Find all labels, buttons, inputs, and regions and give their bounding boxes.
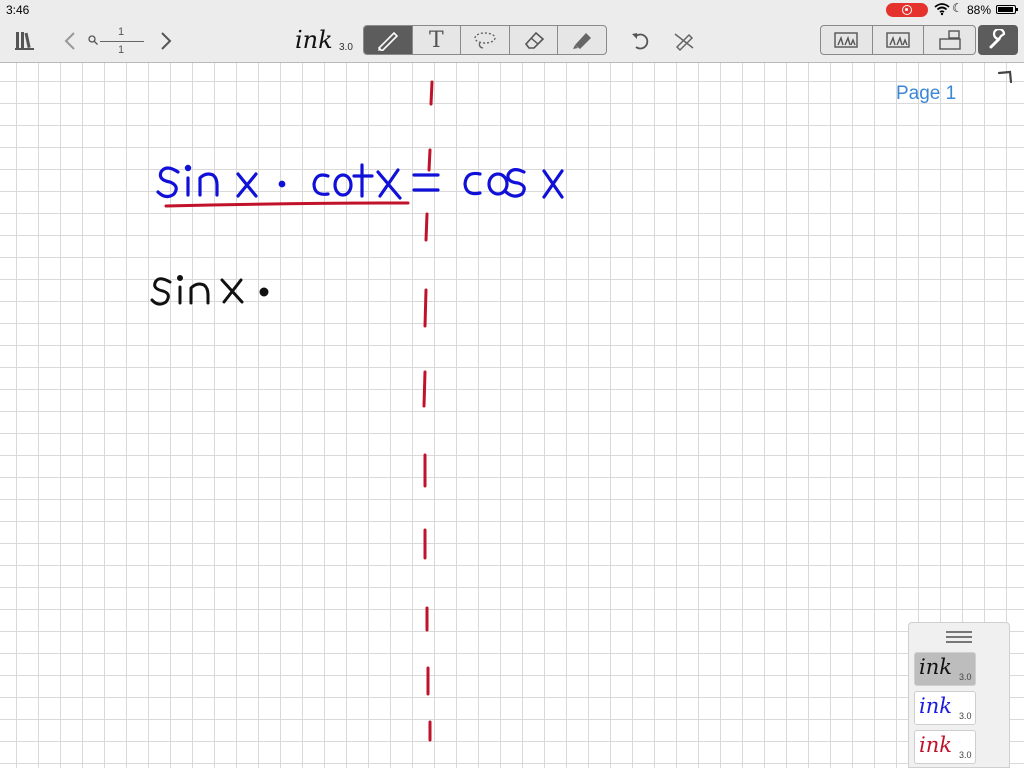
black-handwriting <box>150 275 269 306</box>
pen-preset-version: 3.0 <box>959 672 972 682</box>
pen-preset-version: 3.0 <box>959 711 972 721</box>
pen-preset-red[interactable]: ink 3.0 <box>914 730 976 764</box>
red-underline <box>164 201 410 208</box>
blue-equation <box>156 163 564 200</box>
pen-preset-version: 3.0 <box>959 750 972 760</box>
pen-preset-blue[interactable]: ink 3.0 <box>914 691 976 725</box>
handwriting-layer <box>150 80 564 742</box>
red-dashed-divider <box>422 80 434 742</box>
pen-preset-label: ink <box>919 655 952 679</box>
palette-drag-handle[interactable] <box>946 631 972 646</box>
pen-palette: ink 3.0 ink 3.0 ink 3.0 <box>908 622 1010 768</box>
pen-preset-label: ink <box>919 694 952 718</box>
pen-preset-black[interactable]: ink 3.0 <box>914 652 976 686</box>
pen-preset-label: ink <box>919 733 952 757</box>
